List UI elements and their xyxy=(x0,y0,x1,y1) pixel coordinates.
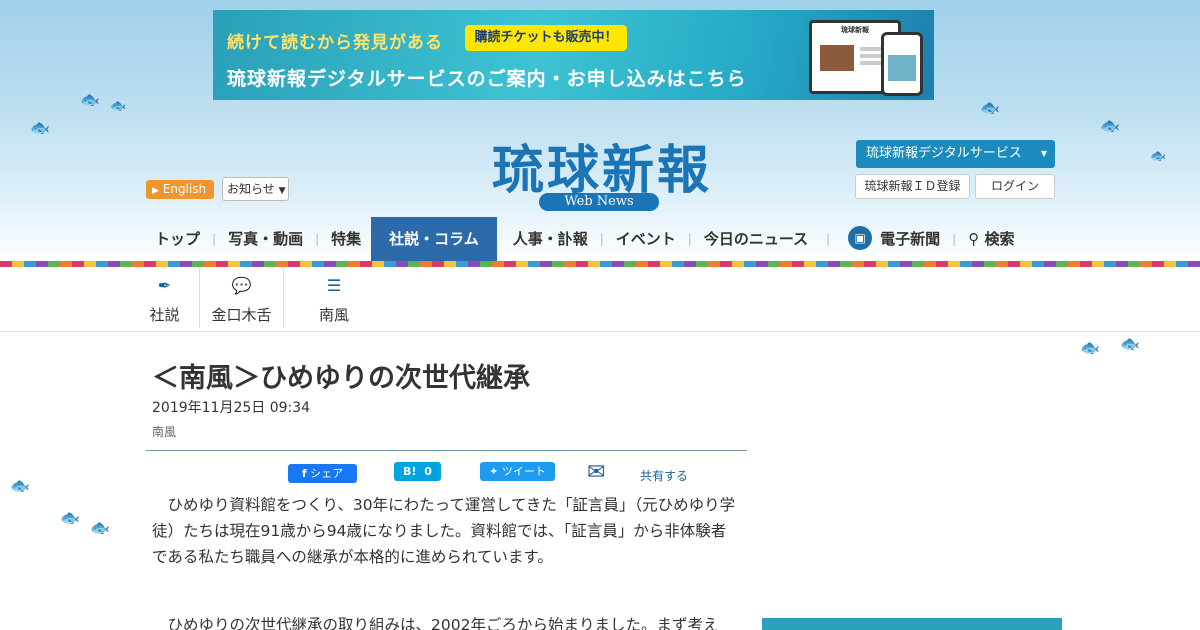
nav-separator: | xyxy=(212,232,217,246)
nav-item-personnel-obituary[interactable]: 人事・訃報 xyxy=(497,217,598,261)
nav-separator: | xyxy=(599,232,604,246)
fish-decoration-icon: 🐟 xyxy=(30,118,50,137)
facebook-share-label: シェア xyxy=(310,467,344,480)
fish-decoration-icon: 🐟 xyxy=(1100,116,1120,135)
caret-right-icon: ▶ xyxy=(152,186,159,196)
banner-line2: 琉球新報デジタルサービスのご案内・お申し込みはこちら xyxy=(227,68,747,90)
fish-decoration-icon: 🐟 xyxy=(10,476,30,495)
nav-item-events[interactable]: イベント xyxy=(606,217,686,261)
nav-item-today-news[interactable]: 今日のニュース xyxy=(694,217,818,261)
nav-search-label: 検索 xyxy=(984,230,1015,248)
hatena-icon: B! xyxy=(403,465,417,478)
nav-separator: | xyxy=(826,232,831,246)
decorative-pattern-strip xyxy=(0,261,1200,267)
sub-nav: ✒ 社説 💬 金口木舌 ☰ 南風 xyxy=(130,268,384,331)
login-button[interactable]: ログイン xyxy=(975,174,1055,199)
nav-item-photo-video[interactable]: 写真・動画 xyxy=(218,217,313,261)
subnav-label: 社説 xyxy=(149,306,180,324)
article-paragraph: ひめゆりの次世代継承の取り組みは、2002年ごろから始まりました。まず考え xyxy=(167,616,719,630)
article-title: ＜南風＞ひめゆりの次世代継承 xyxy=(152,363,530,394)
article-paragraph: ひめゆり資料館をつくり、30年にわたって運営してきた「証言員」（元ひめゆり学徒）… xyxy=(152,496,736,566)
banner-ticket-pill: 購読チケットも販売中！ xyxy=(465,25,627,51)
fish-decoration-icon: 🐟 xyxy=(90,518,110,537)
twitter-tweet-label: ツイート xyxy=(501,465,546,478)
banner-phone-image xyxy=(881,32,923,96)
hatena-count: 0 xyxy=(424,465,432,478)
notice-label: お知らせ xyxy=(227,182,275,196)
nav-item-e-newspaper[interactable]: ▣ 電子新聞 xyxy=(838,217,950,261)
fish-decoration-icon: 🐟 xyxy=(1120,334,1140,353)
subnav-item-nanpu[interactable]: ☰ 南風 xyxy=(284,268,384,328)
article-category[interactable]: 南風 xyxy=(152,423,176,440)
nav-item-editorial-column[interactable]: 社説・コラム xyxy=(371,217,497,261)
share-more-link[interactable]: 共有する xyxy=(640,467,688,484)
digital-service-banner[interactable]: 続けて読むから発見がある 購読チケットも販売中！ 琉球新報デジタルサービスのご案… xyxy=(213,10,934,100)
fish-decoration-icon: 🐟 xyxy=(1150,149,1167,164)
article-divider xyxy=(146,450,747,451)
facebook-icon: f xyxy=(301,467,307,480)
search-icon: ⚲ xyxy=(968,230,980,248)
nav-item-search[interactable]: ⚲ 検索 xyxy=(958,217,1024,261)
nav-item-features[interactable]: 特集 xyxy=(321,217,371,261)
fish-decoration-icon: 🐟 xyxy=(1080,338,1100,357)
nav-e-newspaper-label: 電子新聞 xyxy=(880,230,941,248)
chevron-down-icon: ▼ xyxy=(278,186,286,196)
twitter-bird-icon: ✦ xyxy=(489,465,499,478)
nav-item-top[interactable]: トップ xyxy=(145,217,210,261)
main-nav: トップ | 写真・動画 | 特集 社説・コラム 人事・訃報 | イベント | 今… xyxy=(145,217,1024,261)
digital-service-dropdown[interactable]: 琉球新報デジタルサービス ▼ xyxy=(856,140,1055,168)
banner-line1: 続けて読むから発見がある xyxy=(227,33,443,53)
subnav-divider xyxy=(0,331,1200,332)
fish-decoration-icon: 🐟 xyxy=(60,508,80,527)
english-label: English xyxy=(162,182,207,196)
sidebar-ad[interactable] xyxy=(762,618,1062,630)
subnav-label: 南風 xyxy=(318,306,349,324)
monitor-icon: ▣ xyxy=(848,226,873,250)
nav-separator: | xyxy=(687,232,692,246)
header-band: 🐟 🐟 🐟 🐟 🐟 🐟 続けて読むから発見がある 購読チケットも販売中！ 琉球新… xyxy=(0,0,1200,262)
english-button[interactable]: ▶ English xyxy=(146,180,214,199)
article-date: 2019年11月25日 09:34 xyxy=(152,400,311,416)
speech-bubble-icon: 💬 xyxy=(231,276,252,295)
hatena-bookmark-button[interactable]: B! 0 xyxy=(394,462,441,481)
pen-icon: ✒ xyxy=(157,276,172,295)
mail-share-icon[interactable]: ✉ xyxy=(587,462,637,486)
chevron-down-icon: ▼ xyxy=(1040,149,1047,158)
subnav-item-editorial[interactable]: ✒ 社説 xyxy=(130,268,200,328)
notice-dropdown[interactable]: お知らせ ▼ xyxy=(222,177,289,201)
fish-decoration-icon: 🐟 xyxy=(80,90,100,109)
digital-service-label: 琉球新報デジタルサービス xyxy=(866,146,1022,161)
subnav-label: 金口木舌 xyxy=(211,306,272,324)
facebook-share-button[interactable]: f シェア xyxy=(288,464,357,483)
banner-phone-photo xyxy=(888,55,916,81)
banner-photo xyxy=(820,45,854,71)
site-logo-subtitle[interactable]: Web News xyxy=(539,193,659,211)
id-register-button[interactable]: 琉球新報ＩＤ登録 xyxy=(855,174,970,199)
nav-separator: | xyxy=(952,232,957,246)
fish-decoration-icon: 🐟 xyxy=(980,98,1000,117)
fish-decoration-icon: 🐟 xyxy=(110,99,127,114)
subnav-item-kinkuchi-bokuzetsu[interactable]: 💬 金口木舌 xyxy=(200,268,284,328)
comment-icon: ☰ xyxy=(326,276,342,295)
nav-separator: | xyxy=(315,232,320,246)
twitter-tweet-button[interactable]: ✦ ツイート xyxy=(480,462,555,481)
site-logo[interactable]: 琉球新報 xyxy=(452,128,752,203)
